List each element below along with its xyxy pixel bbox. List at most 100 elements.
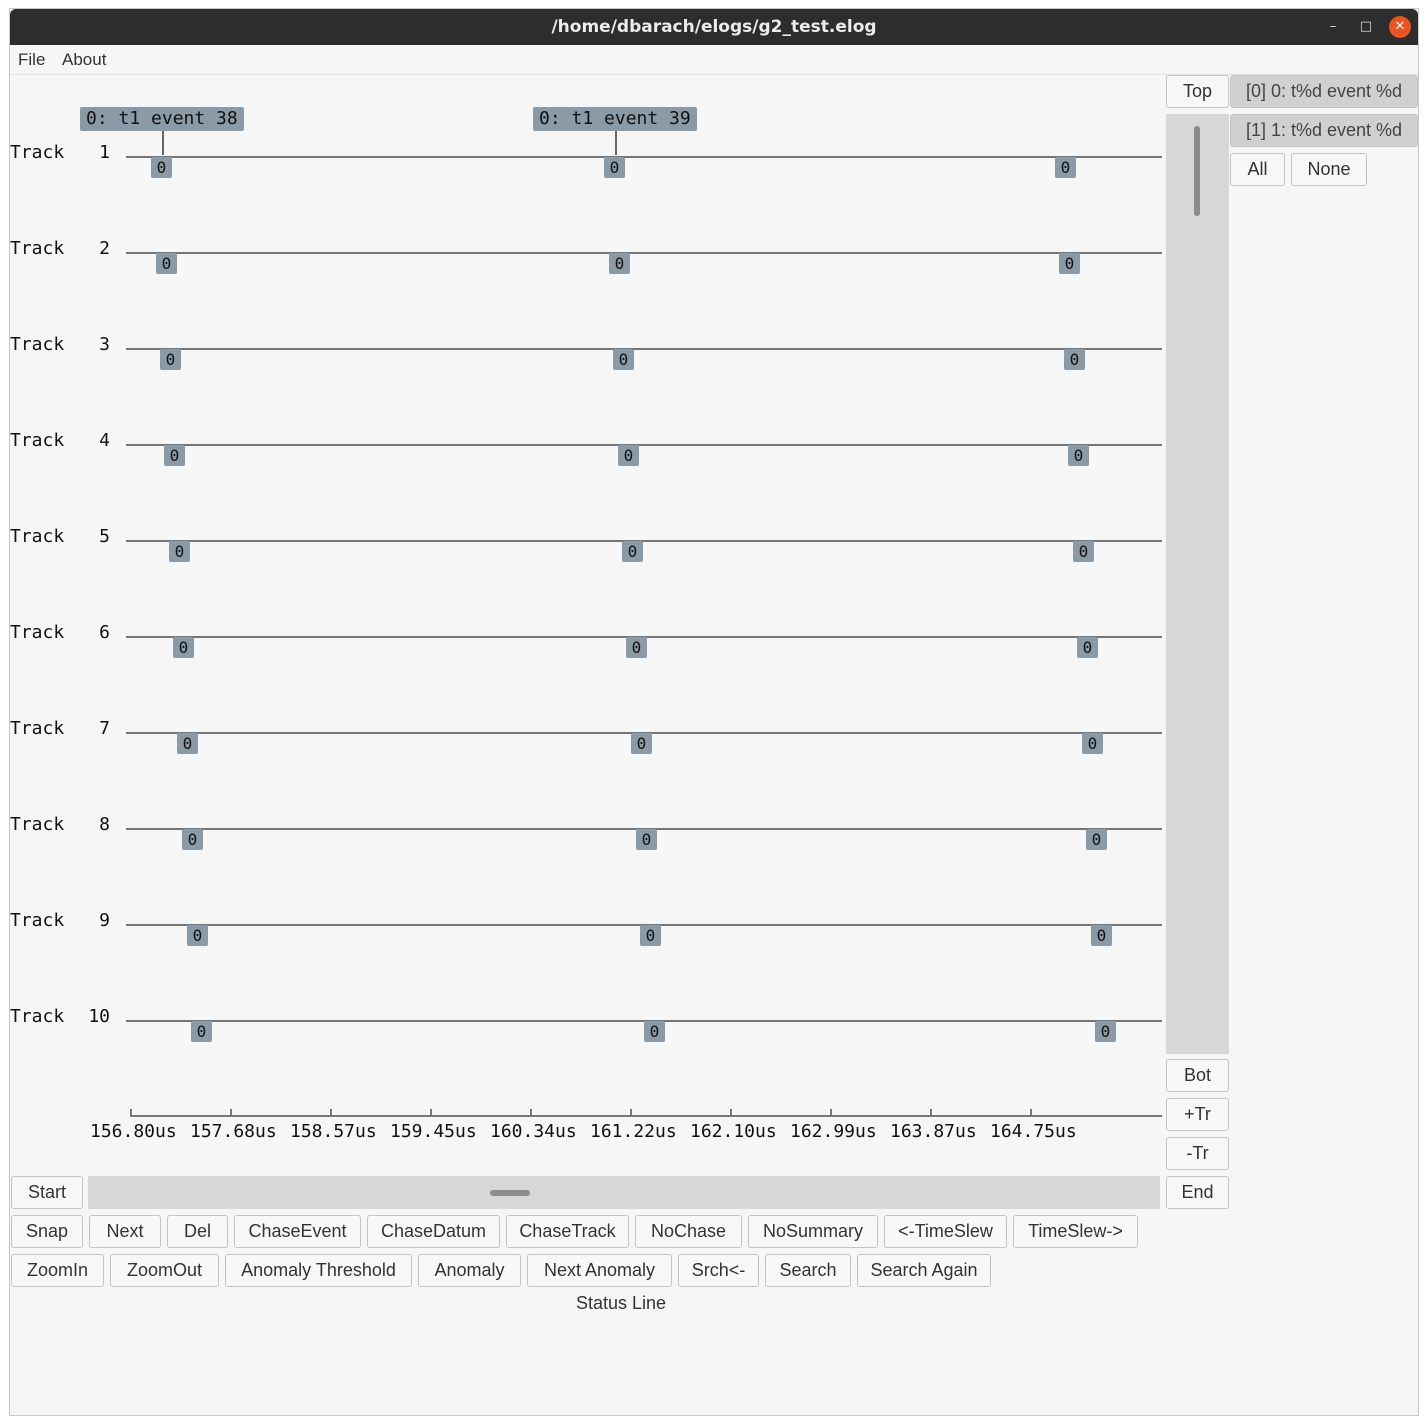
track-number: 10 bbox=[88, 1006, 110, 1027]
nosummary-button[interactable]: NoSummary bbox=[748, 1215, 878, 1248]
horizontal-scroll-thumb[interactable] bbox=[490, 1190, 530, 1196]
menu-about[interactable]: About bbox=[62, 50, 106, 70]
event-marker[interactable]: 0 bbox=[156, 253, 177, 274]
event-marker[interactable]: 0 bbox=[182, 829, 203, 850]
track-number: 6 bbox=[99, 622, 110, 643]
end-button[interactable]: End bbox=[1166, 1176, 1229, 1209]
event-marker[interactable]: 0 bbox=[191, 1021, 212, 1042]
vertical-scroll-thumb[interactable] bbox=[1194, 126, 1200, 216]
filter-all-button[interactable]: All bbox=[1230, 153, 1285, 186]
axis-tick bbox=[230, 1109, 232, 1117]
vertical-scrollbar[interactable] bbox=[1166, 114, 1229, 1054]
event-marker[interactable]: 0 bbox=[1073, 541, 1094, 562]
event-marker[interactable]: 0 bbox=[164, 445, 185, 466]
track-label: Track bbox=[10, 814, 65, 835]
axis-tick bbox=[730, 1109, 732, 1117]
track-number: 4 bbox=[99, 430, 110, 451]
event-marker[interactable]: 0 bbox=[631, 733, 652, 754]
nochase-button[interactable]: NoChase bbox=[635, 1215, 742, 1248]
next-button[interactable]: Next bbox=[89, 1215, 161, 1248]
track-label: Track bbox=[10, 142, 65, 163]
event-marker[interactable]: 0 bbox=[618, 445, 639, 466]
menu-file[interactable]: File bbox=[18, 50, 45, 70]
event-marker[interactable]: 0 bbox=[169, 541, 190, 562]
event-marker[interactable]: 0 bbox=[173, 637, 194, 658]
timeslew-button[interactable]: <-TimeSlew bbox=[884, 1215, 1007, 1248]
minimize-button[interactable]: – bbox=[1322, 16, 1344, 38]
bot-button[interactable]: Bot bbox=[1166, 1059, 1229, 1092]
axis-tick bbox=[930, 1109, 932, 1117]
close-button[interactable]: ✕ bbox=[1389, 16, 1411, 38]
event-marker[interactable]: 0 bbox=[151, 157, 172, 178]
event-marker[interactable]: 0 bbox=[160, 349, 181, 370]
event-marker[interactable]: 0 bbox=[1068, 445, 1089, 466]
search-again-button[interactable]: Search Again bbox=[857, 1254, 991, 1287]
axis-tick-label: 156.80us bbox=[90, 1121, 177, 1142]
event-plot[interactable]: Track 1 0 0 0 Track 2 0 0 0 Track 3 0 0 0 Track 4 0 0 0 Trac… bbox=[10, 75, 1166, 1175]
event-detail-stem bbox=[615, 131, 617, 155]
snap-button[interactable]: Snap bbox=[11, 1215, 83, 1248]
event-marker[interactable]: 0 bbox=[1077, 637, 1098, 658]
event-marker[interactable]: 0 bbox=[1091, 925, 1112, 946]
event-marker[interactable]: 0 bbox=[626, 637, 647, 658]
event-filter-item[interactable]: [1] 1: t%d event %d bbox=[1230, 114, 1418, 147]
srch-button[interactable]: Srch<- bbox=[678, 1254, 759, 1287]
horizontal-scrollbar[interactable] bbox=[88, 1176, 1160, 1209]
menu-bar: File About bbox=[10, 45, 1418, 75]
event-marker[interactable]: 0 bbox=[609, 253, 630, 274]
title-bar[interactable]: /home/dbarach/elogs/g2_test.elog – □ ✕ bbox=[10, 9, 1418, 45]
event-marker[interactable]: 0 bbox=[622, 541, 643, 562]
event-marker[interactable]: 0 bbox=[1082, 733, 1103, 754]
track-number: 5 bbox=[99, 526, 110, 547]
search-button[interactable]: Search bbox=[765, 1254, 851, 1287]
track-label: Track bbox=[10, 910, 65, 931]
event-marker[interactable]: 0 bbox=[1086, 829, 1107, 850]
zoomin-button[interactable]: ZoomIn bbox=[11, 1254, 104, 1287]
axis-tick bbox=[830, 1109, 832, 1117]
track-line bbox=[126, 444, 1162, 446]
zoomout-button[interactable]: ZoomOut bbox=[110, 1254, 219, 1287]
remove-track-button[interactable]: -Tr bbox=[1166, 1137, 1229, 1170]
event-marker[interactable]: 0 bbox=[1055, 157, 1076, 178]
event-marker[interactable]: 0 bbox=[1064, 349, 1085, 370]
track-number: 2 bbox=[99, 238, 110, 259]
del-button[interactable]: Del bbox=[167, 1215, 228, 1248]
axis-tick bbox=[330, 1109, 332, 1117]
event-marker[interactable]: 0 bbox=[1095, 1021, 1116, 1042]
axis-tick-label: 162.10us bbox=[690, 1121, 777, 1142]
maximize-button[interactable]: □ bbox=[1355, 16, 1377, 38]
axis-tick-label: 164.75us bbox=[990, 1121, 1077, 1142]
chaseevent-button[interactable]: ChaseEvent bbox=[234, 1215, 361, 1248]
start-button[interactable]: Start bbox=[11, 1176, 83, 1209]
anomaly-button[interactable]: Anomaly bbox=[418, 1254, 521, 1287]
event-filter-item[interactable]: [0] 0: t%d event %d bbox=[1230, 75, 1418, 108]
timeslew-button[interactable]: TimeSlew-> bbox=[1013, 1215, 1138, 1248]
axis-tick bbox=[430, 1109, 432, 1117]
event-marker[interactable]: 0 bbox=[640, 925, 661, 946]
event-marker[interactable]: 0 bbox=[644, 1021, 665, 1042]
track-number: 8 bbox=[99, 814, 110, 835]
axis-tick bbox=[1030, 1109, 1032, 1117]
track-label: Track bbox=[10, 718, 65, 739]
track-label: Track bbox=[10, 1006, 65, 1027]
axis-tick-label: 162.99us bbox=[790, 1121, 877, 1142]
event-marker[interactable]: 0 bbox=[187, 925, 208, 946]
event-marker[interactable]: 0 bbox=[1059, 253, 1080, 274]
event-detail-label[interactable]: 0: t1 event 39 bbox=[533, 107, 697, 131]
axis-tick-label: 163.87us bbox=[890, 1121, 977, 1142]
anomaly-threshold-button[interactable]: Anomaly Threshold bbox=[225, 1254, 412, 1287]
event-marker[interactable]: 0 bbox=[636, 829, 657, 850]
chasetrack-button[interactable]: ChaseTrack bbox=[506, 1215, 629, 1248]
event-detail-label[interactable]: 0: t1 event 38 bbox=[80, 107, 244, 131]
track-label: Track bbox=[10, 238, 65, 259]
filter-none-button[interactable]: None bbox=[1291, 153, 1367, 186]
top-button[interactable]: Top bbox=[1166, 75, 1229, 108]
event-marker[interactable]: 0 bbox=[177, 733, 198, 754]
axis-tick-label: 161.22us bbox=[590, 1121, 677, 1142]
event-marker[interactable]: 0 bbox=[613, 349, 634, 370]
event-marker[interactable]: 0 bbox=[604, 157, 625, 178]
chasedatum-button[interactable]: ChaseDatum bbox=[367, 1215, 500, 1248]
next-anomaly-button[interactable]: Next Anomaly bbox=[527, 1254, 672, 1287]
axis-tick bbox=[130, 1109, 132, 1117]
add-track-button[interactable]: +Tr bbox=[1166, 1098, 1229, 1131]
